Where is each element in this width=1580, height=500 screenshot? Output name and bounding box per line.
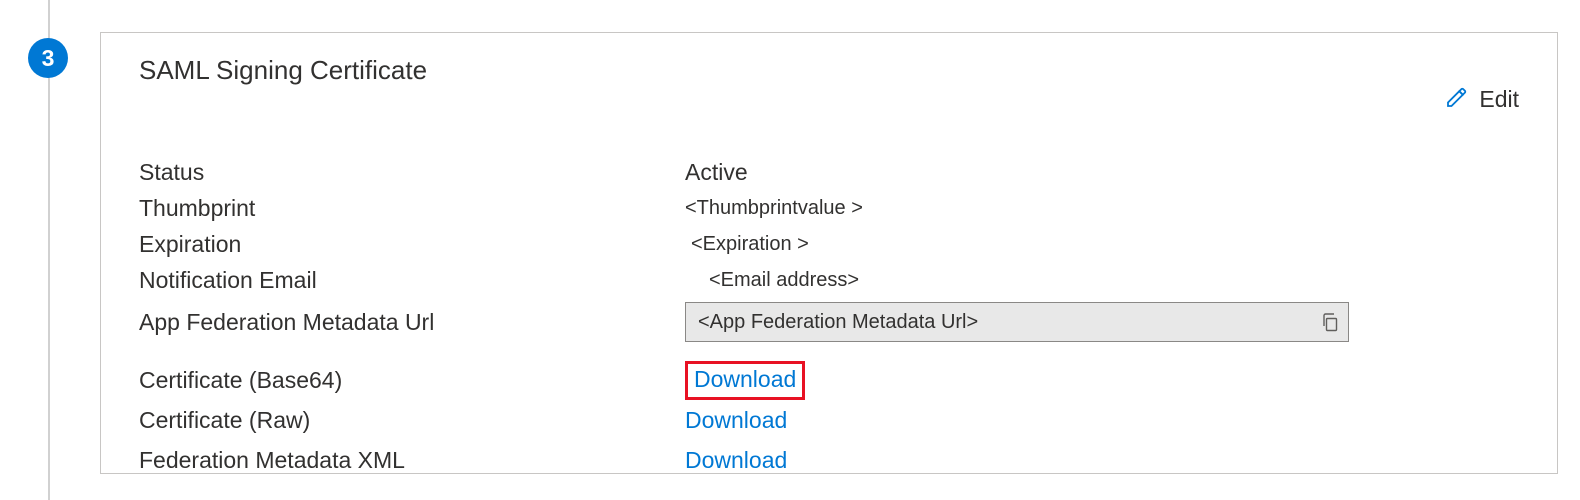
status-label: Status [139,159,685,186]
fed-xml-download-link[interactable]: Download [685,447,787,474]
metadata-url-row: App Federation Metadata Url [139,298,1519,346]
metadata-url-input[interactable] [698,311,1320,334]
pencil-icon [1445,85,1469,114]
expiration-value: <Expiration > [685,233,809,256]
cert-base64-row: Certificate (Base64) Download [139,360,1519,400]
fields-section: Status Active Thumbprint <Thumbprintvalu… [139,154,1519,346]
metadata-url-field [685,302,1349,342]
card-title: SAML Signing Certificate [139,55,427,86]
cert-raw-row: Certificate (Raw) Download [139,400,1519,440]
card-header: SAML Signing Certificate Edit [139,55,1519,114]
fed-xml-row: Federation Metadata XML Download [139,440,1519,480]
thumbprint-row: Thumbprint <Thumbprintvalue > [139,190,1519,226]
thumbprint-label: Thumbprint [139,195,685,222]
saml-signing-certificate-card: SAML Signing Certificate Edit Status Act… [100,32,1558,474]
copy-icon[interactable] [1320,312,1340,332]
status-value: Active [685,159,748,186]
notification-email-value: <Email address> [685,269,859,292]
cert-base64-download-link[interactable]: Download [685,361,805,400]
fed-xml-label: Federation Metadata XML [139,447,685,474]
download-section: Certificate (Base64) Download Certificat… [139,360,1519,480]
step-number: 3 [42,45,55,72]
notification-email-label: Notification Email [139,267,685,294]
expiration-row: Expiration <Expiration > [139,226,1519,262]
notification-email-row: Notification Email <Email address> [139,262,1519,298]
status-row: Status Active [139,154,1519,190]
cert-base64-label: Certificate (Base64) [139,367,685,394]
metadata-url-label: App Federation Metadata Url [139,309,685,336]
edit-label: Edit [1479,86,1519,113]
thumbprint-value: <Thumbprintvalue > [685,197,863,220]
edit-button[interactable]: Edit [1445,55,1519,114]
cert-raw-download-link[interactable]: Download [685,407,787,434]
expiration-label: Expiration [139,231,685,258]
step-number-badge: 3 [28,38,68,78]
cert-raw-label: Certificate (Raw) [139,407,685,434]
